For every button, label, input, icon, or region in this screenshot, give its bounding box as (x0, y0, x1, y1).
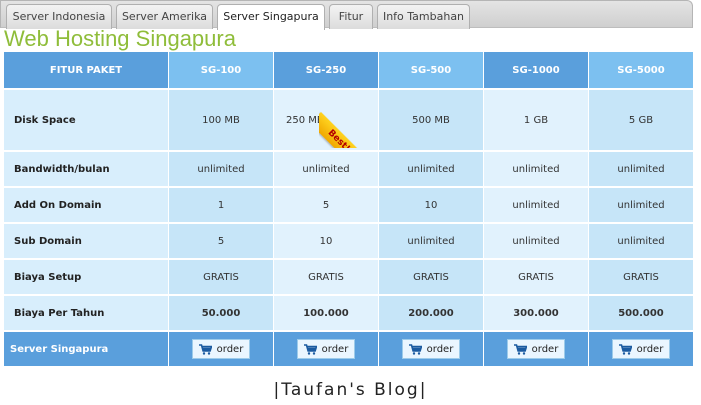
table-cell: 50.000 (169, 296, 273, 330)
plan-header: SG-500 (379, 52, 483, 88)
row-label: Biaya Setup (4, 260, 168, 294)
best-badge-label: Best! (319, 112, 367, 148)
table-cell: GRATIS (169, 260, 273, 294)
table-cell: 10 (274, 224, 378, 258)
table-cell: 100 MB (169, 90, 273, 150)
table-cell: 100.000 (274, 296, 378, 330)
row-label: Biaya Per Tahun (4, 296, 168, 330)
order-label: order (636, 343, 664, 355)
table-cell: 5 (169, 224, 273, 258)
table-cell: 500 MB (379, 90, 483, 150)
table-cell: 10 (379, 188, 483, 222)
row-label: Sub Domain (4, 224, 168, 258)
cart-icon (618, 343, 632, 355)
blog-credit: |Taufan's Blog| (273, 380, 428, 400)
header-corner: FITUR PAKET (4, 52, 168, 88)
table-cell: GRATIS (589, 260, 693, 294)
row-label: Add On Domain (4, 188, 168, 222)
order-button[interactable]: order (191, 339, 251, 359)
order-button[interactable]: order (611, 339, 671, 359)
tab-info-tambahan[interactable]: Info Tambahan (377, 4, 470, 29)
table-cell: unlimited (484, 224, 588, 258)
table-cell: 500.000 (589, 296, 693, 330)
order-cell: order (274, 332, 378, 366)
cart-icon (408, 343, 422, 355)
order-label: order (321, 343, 349, 355)
table-cell: unlimited (589, 152, 693, 186)
table-cell: unlimited (379, 152, 483, 186)
table-cell: unlimited (484, 188, 588, 222)
cart-icon (513, 343, 527, 355)
plan-header: SG-1000 (484, 52, 588, 88)
plan-header: SG-5000 (589, 52, 693, 88)
table-cell: GRATIS (274, 260, 378, 294)
row-label: Disk Space (4, 90, 168, 150)
table-cell: unlimited (379, 224, 483, 258)
table-cell: unlimited (589, 188, 693, 222)
table-cell: unlimited (169, 152, 273, 186)
order-cell: order (379, 332, 483, 366)
order-button[interactable]: order (506, 339, 566, 359)
tab-fitur[interactable]: Fitur (329, 4, 373, 29)
table-cell: unlimited (589, 224, 693, 258)
table-cell: GRATIS (379, 260, 483, 294)
tab-bar: Server Indonesia Server Amerika Server S… (0, 0, 693, 30)
footer-label: Server Singapura (4, 332, 168, 366)
plan-header: SG-250 (274, 52, 378, 88)
order-cell: order (484, 332, 588, 366)
table-cell: 200.000 (379, 296, 483, 330)
plan-header: SG-100 (169, 52, 273, 88)
page-title: Web Hosting Singapura (4, 26, 236, 51)
table-cell: 300.000 (484, 296, 588, 330)
order-label: order (531, 343, 559, 355)
table-cell: GRATIS (484, 260, 588, 294)
table-cell: 5 GB (589, 90, 693, 150)
table-cell: 1 GB (484, 90, 588, 150)
cart-icon (303, 343, 317, 355)
cart-icon (198, 343, 212, 355)
order-cell: order (169, 332, 273, 366)
row-label: Bandwidth/bulan (4, 152, 168, 186)
table-cell: unlimited (484, 152, 588, 186)
best-badge: Best! (319, 100, 367, 148)
order-button[interactable]: order (401, 339, 461, 359)
table-cell: unlimited (274, 152, 378, 186)
order-button[interactable]: order (296, 339, 356, 359)
table-cell: 5 (274, 188, 378, 222)
order-label: order (426, 343, 454, 355)
table-cell: 1 (169, 188, 273, 222)
order-cell: order (589, 332, 693, 366)
order-label: order (216, 343, 244, 355)
